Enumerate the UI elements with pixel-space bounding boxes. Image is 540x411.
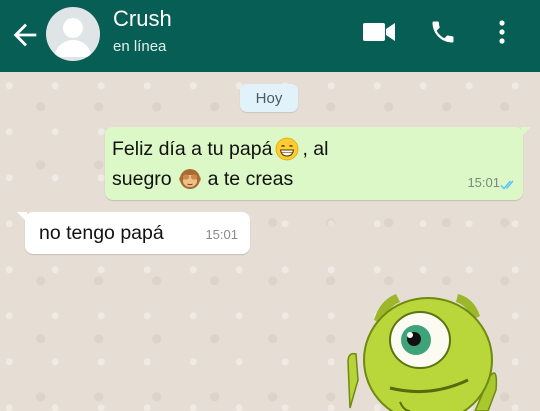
chat-area[interactable]: Hoy Feliz día a tu papá , al suegro a te… (0, 72, 540, 411)
avatar[interactable] (46, 7, 100, 61)
mike-wazowski-sticker[interactable] (340, 280, 500, 411)
contact-name[interactable]: Crush (113, 6, 172, 32)
message-text-line2b: a te creas (207, 167, 294, 190)
see-no-evil-monkey-emoji (178, 169, 201, 189)
message-time: 15:01 (205, 227, 238, 242)
outgoing-message[interactable]: Feliz día a tu papá , al suegro a te cre… (105, 127, 531, 200)
message-text-line2a: suegro (112, 167, 172, 190)
read-receipt-icon (500, 180, 514, 190)
incoming-message[interactable]: no tengo papá 15:01 (17, 212, 250, 254)
contact-status: en línea (113, 38, 167, 55)
chat-header: Crush en línea (0, 0, 540, 72)
message-time: 15:01 (467, 175, 500, 190)
grinning-face-emoji (276, 137, 299, 161)
video-call-icon[interactable] (359, 14, 399, 50)
default-avatar-icon (54, 18, 92, 57)
message-text-line1a: Feliz día a tu papá (112, 137, 273, 160)
message-text: no tengo papá (39, 222, 164, 244)
message-text-line1b: , al (302, 137, 329, 160)
more-options-icon[interactable] (492, 14, 512, 50)
back-arrow-icon[interactable] (8, 18, 42, 52)
date-separator: Hoy (240, 84, 298, 112)
phone-icon[interactable] (426, 14, 460, 50)
